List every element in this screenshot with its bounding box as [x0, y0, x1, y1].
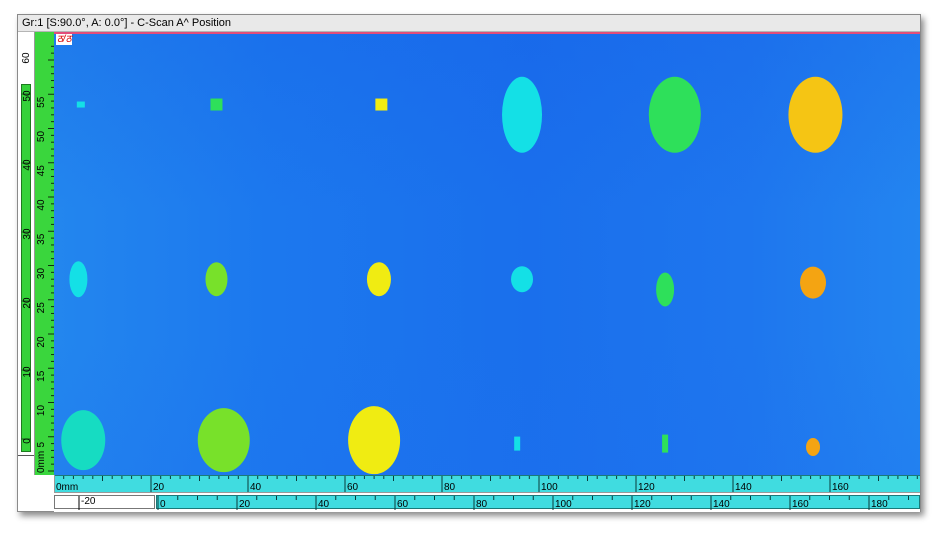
indication-blob	[788, 76, 843, 153]
indication-blob	[511, 266, 534, 293]
bottom-scale-tick-label: 0	[160, 499, 166, 510]
bottom-scale-row: -20 0 20 40 60 80 100 120 140 160 180	[54, 492, 920, 512]
indication-blob	[210, 98, 223, 111]
y-axis-tick-label: 40	[36, 199, 47, 211]
indication-blob	[662, 434, 669, 453]
window-title: Gr:1 [S:90.0°, A: 0.0°] - C-Scan A^ Posi…	[18, 15, 920, 32]
bottom-scale-value-box[interactable]: -20	[54, 495, 155, 510]
x-axis-ruler[interactable]: 0mm2040608010012014016018	[53, 475, 941, 493]
y-axis-tick-label: 50	[36, 131, 47, 143]
bottom-scale-tick-label: 80	[476, 499, 488, 510]
indication-blob	[806, 438, 821, 457]
corner-box	[18, 475, 55, 511]
indication-blob	[69, 261, 88, 298]
bottom-scale-tick-label: 40	[318, 499, 330, 510]
indication-blob	[514, 436, 521, 451]
left-scale-tick-label: 50	[22, 90, 33, 102]
indication-blob	[197, 408, 250, 473]
bottom-scale-tick-label: 60	[397, 499, 409, 510]
left-scale-ticks: 50 40 30 20 10 0	[21, 90, 33, 444]
bottom-scale-bar[interactable]: 0 20 40 60 80 100 120 140 160 180	[156, 495, 920, 510]
indication-blob	[800, 266, 827, 299]
indication-blob	[61, 410, 106, 471]
y-axis-tick-label: 35	[36, 233, 47, 245]
left-scale-tick-label: 40	[22, 159, 33, 171]
cursor-readout: ठ/ठ	[56, 34, 73, 45]
indications-layer	[61, 76, 843, 475]
x-axis-ticks: 0mm2040608010012014016018	[53, 476, 941, 493]
bottom-scale-tick-label: 120	[634, 499, 651, 510]
c-scan-plot[interactable]: ठ/ठ	[54, 32, 920, 475]
indication-blob	[366, 262, 391, 297]
y-axis-tick-label: 30	[36, 268, 47, 280]
c-scan-window: Gr:1 [S:90.0°, A: 0.0°] - C-Scan A^ Posi…	[17, 14, 941, 512]
bottom-scale-tick-label: 160	[792, 499, 809, 510]
indication-blob	[656, 272, 675, 307]
indication-blob	[76, 101, 85, 108]
y-axis-tick-label: 20	[36, 336, 47, 348]
indication-blob	[348, 406, 401, 475]
bottom-scale-tick-label: 100	[555, 499, 572, 510]
y-axis-tick-label: 25	[36, 302, 47, 314]
y-axis-unit-label: 0mm	[36, 451, 47, 473]
bottom-scale-ticks: 0 20 40 60 80 100 120 140 160 180	[157, 496, 909, 510]
indication-blob	[375, 98, 388, 111]
bottom-scale-tick-label: 180	[871, 499, 888, 510]
left-scale[interactable]: 60 50 40 30 20 10 0	[18, 32, 35, 476]
y-axis-tick-label: 55	[36, 96, 47, 108]
left-scale-tick-label: 20	[22, 297, 33, 309]
y-axis-ruler[interactable]: 5 10 15 20 25 30 35 40 45 50 55 0mm	[35, 32, 55, 475]
indication-blob	[648, 76, 701, 153]
y-axis-tick-label: 5	[36, 442, 47, 448]
y-axis-tick-label: 10	[36, 405, 47, 417]
indication-blob	[205, 262, 228, 297]
left-scale-bottom	[18, 455, 34, 476]
y-axis-tick-label: 45	[36, 165, 47, 177]
left-scale-tick-label: 0	[22, 438, 33, 444]
bottom-scale-tick-label: 140	[713, 499, 730, 510]
left-scale-tick-label: 30	[22, 228, 33, 240]
bottom-scale-tick-label: 20	[239, 499, 251, 510]
y-axis-ticks: 5 10 15 20 25 30 35 40 45 50 55 0mm	[36, 45, 54, 473]
left-scale-tick-label: 10	[22, 366, 33, 378]
indication-blob	[502, 76, 543, 153]
y-axis-tick-label: 15	[36, 370, 47, 382]
